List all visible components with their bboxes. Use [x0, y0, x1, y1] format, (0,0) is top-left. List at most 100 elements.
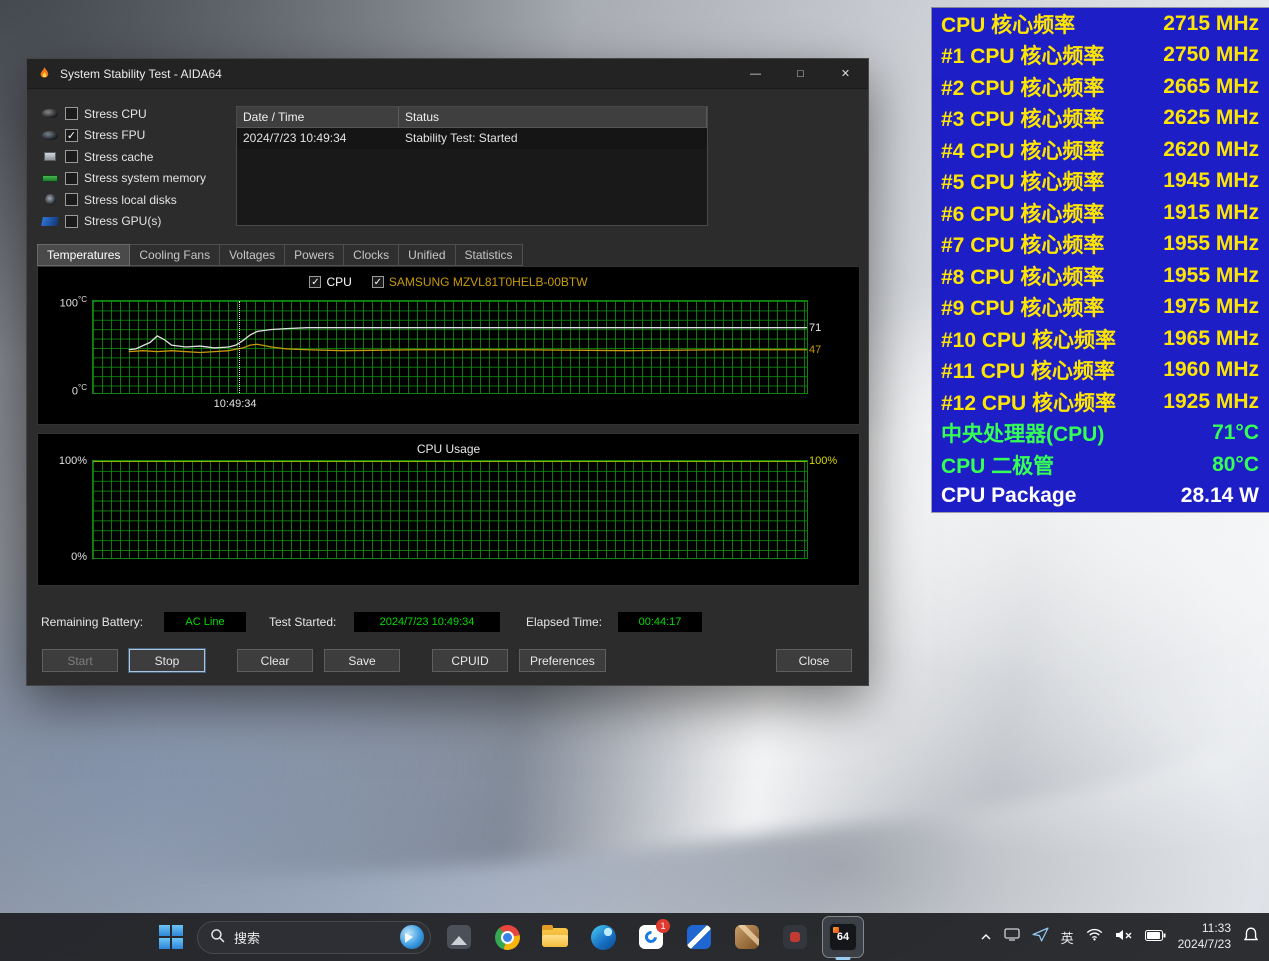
tab[interactable]: Voltages — [219, 244, 285, 266]
button-label: CPUID — [451, 654, 488, 668]
file-explorer-icon — [542, 928, 568, 947]
osd-sensor-row: CPU 二极管 80°C — [932, 449, 1269, 481]
dialog-button[interactable]: Preferences — [519, 649, 606, 672]
taskbar-app-edge[interactable] — [583, 917, 623, 957]
graph-tabs: Temperatures Cooling Fans Voltages Power… — [37, 244, 522, 266]
taskbar-clock[interactable]: 11:33 2024/7/23 — [1178, 921, 1231, 952]
y-axis-max-label: 100% — [43, 455, 87, 467]
notification-center-icon[interactable] — [1243, 927, 1259, 948]
dialog-button[interactable]: Start — [42, 649, 118, 672]
maximize-button[interactable]: □ — [778, 59, 823, 89]
temperature-plot: 100°C 0°C 71 47 10:49:34 — [92, 300, 808, 394]
legend-item-cpu: CPU — [309, 275, 351, 289]
elapsed-time-value-field: 00:44:17 — [617, 611, 703, 633]
tab[interactable]: Powers — [284, 244, 344, 266]
taskbar-center-group: 搜索 1 64 — [153, 913, 863, 961]
osd-sensor-row: #11 CPU 核心频率 1960 MHz — [932, 355, 1269, 387]
dialog-button[interactable]: Close — [776, 649, 852, 672]
y-max-value: 100 — [60, 298, 78, 310]
tab[interactable]: Clocks — [343, 244, 399, 266]
minimize-button[interactable]: — — [733, 59, 778, 89]
wifi-icon[interactable] — [1086, 928, 1103, 946]
tray-chevron-up-icon[interactable] — [980, 928, 992, 946]
window-controls: — □ ✕ — [733, 59, 868, 89]
dark-app-icon — [783, 925, 807, 949]
tab-label: Powers — [294, 248, 334, 262]
tray-display-icon[interactable] — [1004, 928, 1020, 946]
stress-checkbox[interactable] — [65, 193, 78, 206]
y-axis-max-label: 100°C — [43, 295, 87, 310]
x-tick-label: 10:49:34 — [214, 398, 257, 410]
search-box[interactable]: 搜索 — [197, 921, 431, 954]
battery-icon[interactable] — [1145, 928, 1166, 946]
usage-current-value: 100% — [809, 455, 839, 467]
stress-checkbox[interactable] — [65, 150, 78, 163]
legend-label-ssd: SAMSUNG MZVL81T0HELB-00BTW — [389, 275, 588, 289]
taskbar-app-chrome[interactable] — [487, 917, 527, 957]
log-body: 2024/7/23 10:49:34 Stability Test: Start… — [237, 128, 707, 149]
y-axis-min-label: 0% — [43, 551, 87, 563]
blue-app-icon — [687, 925, 711, 949]
osd-sensor-value: 2625 MHz — [1163, 106, 1259, 130]
osd-sensor-value: 1945 MHz — [1163, 169, 1259, 193]
chart-legend: CPU SAMSUNG MZVL81T0HELB-00BTW — [38, 275, 859, 289]
cpu-usage-plot: 100% 0% 100% — [92, 460, 808, 559]
stress-option[interactable]: Stress local disks — [41, 189, 237, 211]
stress-option[interactable]: Stress GPU(s) — [41, 211, 237, 233]
temperature-graph-panel: CPU SAMSUNG MZVL81T0HELB-00BTW 100°C 0°C… — [37, 266, 860, 425]
taskbar-app-messaging[interactable]: 1 — [631, 917, 671, 957]
osd-sensor-label: #10 CPU 核心频率 — [941, 324, 1116, 354]
legend-label-cpu: CPU — [326, 275, 351, 289]
start-button[interactable] — [153, 917, 189, 957]
button-label: Close — [799, 654, 830, 668]
y-unit: °C — [78, 383, 87, 392]
edge-icon — [591, 925, 616, 950]
stress-checkbox[interactable] — [65, 215, 78, 228]
osd-sensor-value: 2715 MHz — [1163, 12, 1259, 36]
tab[interactable]: Temperatures — [37, 244, 130, 266]
stress-checkbox[interactable] — [65, 172, 78, 185]
osd-sensor-row: #10 CPU 核心频率 1965 MHz — [932, 323, 1269, 355]
search-placeholder-text: 搜索 — [234, 928, 260, 947]
hardware-icon — [41, 151, 59, 163]
taskbar-app-aida64[interactable]: 64 — [823, 917, 863, 957]
osd-sensor-value: 71°C — [1212, 421, 1259, 445]
stress-option[interactable]: Stress system memory — [41, 168, 237, 190]
stress-option-label: Stress system memory — [84, 171, 206, 185]
legend-checkbox-ssd[interactable] — [372, 276, 384, 288]
battery-label: Remaining Battery: — [41, 615, 143, 629]
taskbar-app-photos[interactable] — [439, 917, 479, 957]
dialog-button[interactable]: CPUID — [432, 649, 508, 672]
log-row[interactable]: 2024/7/23 10:49:34 Stability Test: Start… — [237, 128, 707, 149]
legend-checkbox-cpu[interactable] — [309, 276, 321, 288]
aida64-osd-panel: CPU 核心频率 2715 MHz #1 CPU 核心频率 2750 MHz #… — [932, 8, 1269, 512]
stress-option[interactable]: Stress CPU — [41, 103, 237, 125]
taskbar-app-dark[interactable] — [775, 917, 815, 957]
dialog-button[interactable]: Save — [324, 649, 400, 672]
ime-indicator[interactable]: 英 — [1061, 928, 1074, 947]
dialog-button[interactable]: Clear — [237, 649, 313, 672]
close-window-button[interactable]: ✕ — [823, 59, 868, 89]
stress-option[interactable]: Stress cache — [41, 146, 237, 168]
osd-sensor-value: 1955 MHz — [1163, 264, 1259, 288]
osd-sensor-label: 中央处理器(CPU) — [941, 418, 1104, 448]
tab[interactable]: Statistics — [455, 244, 523, 266]
osd-sensor-label: #8 CPU 核心频率 — [941, 261, 1104, 291]
test-started-value-field: 2024/7/23 10:49:34 — [353, 611, 501, 633]
osd-sensor-label: #12 CPU 核心频率 — [941, 387, 1116, 417]
stress-checkbox[interactable] — [65, 107, 78, 120]
taskbar-app-brown[interactable] — [727, 917, 767, 957]
dialog-button[interactable]: Stop — [129, 649, 205, 672]
tab[interactable]: Cooling Fans — [129, 244, 220, 266]
dialog-button-row: Start Stop Clear Save CPUID — [42, 649, 852, 672]
osd-sensor-row: #7 CPU 核心频率 1955 MHz — [932, 229, 1269, 261]
osd-sensor-value: 1960 MHz — [1163, 358, 1259, 382]
taskbar-app-file-explorer[interactable] — [535, 917, 575, 957]
volume-muted-icon[interactable] — [1115, 928, 1133, 946]
tab[interactable]: Unified — [398, 244, 455, 266]
stress-option[interactable]: Stress FPU — [41, 125, 237, 147]
stress-option-list: Stress CPU Stress FPU Stress cache — [41, 103, 237, 232]
paper-plane-icon[interactable] — [1032, 927, 1049, 947]
stress-checkbox[interactable] — [65, 129, 78, 142]
taskbar-app-blue[interactable] — [679, 917, 719, 957]
